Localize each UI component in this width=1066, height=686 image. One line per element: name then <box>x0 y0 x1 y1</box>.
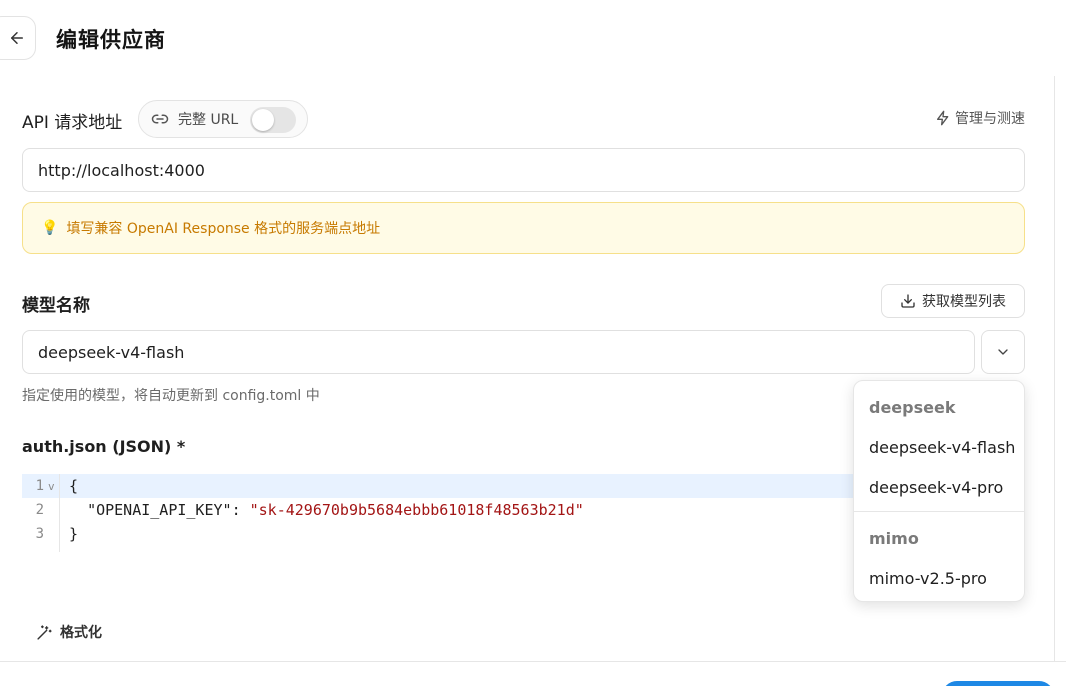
lightbulb-icon: 💡 <box>41 220 59 236</box>
full-url-label: 完整 URL <box>178 112 239 128</box>
menu-separator <box>854 511 1024 512</box>
model-name-input[interactable] <box>22 330 975 374</box>
api-url-label: API 请求地址 <box>22 113 123 133</box>
model-dropdown-button[interactable] <box>981 330 1025 374</box>
json-key: "OPENAI_API_KEY" <box>87 501 232 519</box>
manage-speedtest-label: 管理与测速 <box>955 111 1025 127</box>
code-text: { <box>69 477 79 495</box>
footer-divider <box>0 661 1066 662</box>
chevron-down-icon <box>998 349 1008 355</box>
header: 编辑供应商 <box>0 0 1066 76</box>
format-label: 格式化 <box>60 625 102 641</box>
link-icon <box>151 114 169 124</box>
manage-speedtest-button[interactable]: 管理与测速 <box>935 108 1025 128</box>
fetch-model-list-label: 获取模型列表 <box>922 294 1006 310</box>
api-url-hint: 💡 填写兼容 OpenAI Response 格式的服务端点地址 <box>22 202 1025 254</box>
save-button[interactable] <box>942 681 1054 686</box>
auth-json-label: auth.json (JSON) * <box>22 437 186 456</box>
full-url-toggle[interactable]: 完整 URL <box>138 100 308 138</box>
back-button[interactable] <box>0 16 36 60</box>
panel-divider <box>1054 76 1055 662</box>
magic-wand-icon <box>37 624 52 640</box>
code-text: } <box>69 525 79 543</box>
lightning-icon <box>937 110 949 126</box>
model-dropdown-menu: deepseek deepseek-v4-flash deepseek-v4-p… <box>853 380 1025 602</box>
full-url-switch[interactable] <box>250 107 296 133</box>
page-title: 编辑供应商 <box>56 28 166 52</box>
json-string-value: "sk-429670b9b5684ebbb61018f48563b21d" <box>249 501 584 519</box>
fetch-model-list-button[interactable]: 获取模型列表 <box>881 284 1025 318</box>
menu-group-label: deepseek <box>869 398 956 417</box>
model-name-label: 模型名称 <box>22 296 90 316</box>
menu-item-deepseek-v4-pro[interactable]: deepseek-v4-pro <box>869 478 1003 497</box>
download-icon <box>901 294 915 308</box>
edit-provider-page: 编辑供应商 API 请求地址 完整 URL 管理与测速 💡 填写兼容 OpenA… <box>0 0 1066 686</box>
json-separator: : <box>231 501 250 519</box>
arrow-left-icon <box>11 32 23 44</box>
editor-gutter <box>22 474 60 552</box>
hint-text: 填写兼容 OpenAI Response 格式的服务端点地址 <box>66 221 381 237</box>
menu-group-label: mimo <box>869 529 919 548</box>
format-button[interactable]: 格式化 <box>36 622 102 642</box>
api-url-input[interactable] <box>22 148 1025 192</box>
menu-item-deepseek-v4-flash[interactable]: deepseek-v4-flash <box>869 438 1015 457</box>
switch-knob <box>252 109 274 131</box>
code-text: "OPENAI_API_KEY": "sk-429670b9b5684ebbb6… <box>69 498 584 522</box>
menu-item-mimo-v2-5-pro[interactable]: mimo-v2.5-pro <box>869 569 987 588</box>
model-help-text: 指定使用的模型，将自动更新到 config.toml 中 <box>22 388 320 404</box>
